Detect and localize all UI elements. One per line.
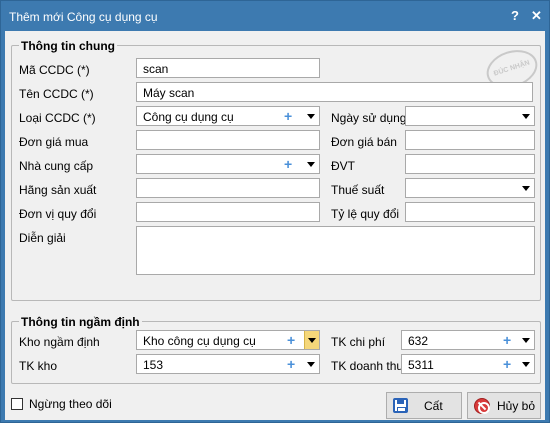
save-button-label: Cất xyxy=(424,399,443,413)
loai-ccdc-value: Công cụ dụng cụ xyxy=(143,110,234,124)
chevron-down-icon[interactable] xyxy=(522,186,530,191)
don-gia-ban-input[interactable] xyxy=(405,130,535,150)
default-info-legend: Thông tin ngầm định xyxy=(19,315,142,329)
dialog-body: Thông tin chung ĐÚC NHẬN Mã CCDC (*) sca… xyxy=(5,31,545,420)
chevron-down-icon[interactable] xyxy=(307,362,315,367)
cancel-icon xyxy=(474,398,490,414)
dien-giai-label: Diễn giải xyxy=(19,231,66,245)
dvt-input[interactable] xyxy=(405,154,535,174)
don-gia-mua-label: Đơn giá mua xyxy=(19,135,89,149)
thue-suat-combo[interactable] xyxy=(405,178,535,198)
save-button[interactable]: Cất xyxy=(386,392,462,419)
nha-cung-cap-combo[interactable]: + xyxy=(136,154,320,174)
hang-san-xuat-label: Hãng sản xuất xyxy=(19,183,97,197)
dien-giai-textarea[interactable] xyxy=(136,226,535,275)
add-icon[interactable]: + xyxy=(287,356,295,372)
don-gia-mua-input[interactable] xyxy=(136,130,320,150)
hang-san-xuat-input[interactable] xyxy=(136,178,320,198)
tk-doanh-thu-combo[interactable]: 5311 + xyxy=(401,354,535,374)
tk-chi-phi-label: TK chi phí xyxy=(331,335,386,349)
ngay-su-dung-label: Ngày sử dụng xyxy=(331,111,407,125)
close-icon[interactable]: ✕ xyxy=(531,8,542,24)
help-icon[interactable]: ? xyxy=(511,8,519,23)
loai-ccdc-combo[interactable]: Công cụ dụng cụ + xyxy=(136,106,320,126)
add-icon[interactable]: + xyxy=(503,332,511,348)
chevron-down-icon xyxy=(308,338,316,343)
chevron-down-icon[interactable] xyxy=(522,362,530,367)
don-vi-quy-doi-label: Đơn vị quy đổi xyxy=(19,207,97,221)
chevron-down-icon[interactable] xyxy=(522,338,530,343)
general-info-legend: Thông tin chung xyxy=(19,39,117,53)
window-title: Thêm mới Công cụ dụng cụ xyxy=(9,10,158,24)
don-vi-quy-doi-input[interactable] xyxy=(136,202,320,222)
stop-tracking-checkbox[interactable] xyxy=(11,398,23,410)
add-icon[interactable]: + xyxy=(503,356,511,372)
cancel-button-label: Hủy bỏ xyxy=(497,399,536,413)
ten-ccdc-input[interactable]: Máy scan xyxy=(136,82,533,102)
nha-cung-cap-label: Nhà cung cấp xyxy=(19,159,94,173)
dialog-window: Thêm mới Công cụ dụng cụ ? ✕ Thông tin c… xyxy=(0,0,550,423)
don-gia-ban-label: Đơn giá bán xyxy=(331,135,397,149)
save-icon xyxy=(393,398,408,413)
dvt-label: ĐVT xyxy=(331,159,355,173)
ty-le-quy-doi-input[interactable] xyxy=(405,202,535,222)
add-icon[interactable]: + xyxy=(284,156,292,172)
add-icon[interactable]: + xyxy=(287,332,295,348)
ngay-su-dung-combo[interactable] xyxy=(405,106,535,126)
kho-ngam-dinh-combo[interactable]: Kho công cụ dụng cụ + xyxy=(136,330,320,350)
chevron-down-icon[interactable] xyxy=(522,114,530,119)
ma-ccdc-input[interactable]: scan xyxy=(136,58,320,78)
add-icon[interactable]: + xyxy=(284,108,292,124)
chevron-down-icon[interactable] xyxy=(307,114,315,119)
dropdown-button[interactable] xyxy=(304,331,319,349)
stop-tracking-label: Ngừng theo dõi xyxy=(29,397,112,411)
kho-ngam-dinh-value: Kho công cụ dụng cụ xyxy=(143,334,256,348)
ten-ccdc-label: Tên CCDC (*) xyxy=(19,87,94,101)
tk-kho-combo[interactable]: 153 + xyxy=(136,354,320,374)
tk-doanh-thu-value: 5311 xyxy=(408,358,434,372)
tk-kho-label: TK kho xyxy=(19,359,58,373)
thue-suat-label: Thuế suất xyxy=(331,183,385,197)
tk-chi-phi-combo[interactable]: 632 + xyxy=(401,330,535,350)
stamp-text: ĐÚC NHẬN xyxy=(493,59,531,78)
title-bar: Thêm mới Công cụ dụng cụ ? ✕ xyxy=(1,1,549,31)
loai-ccdc-label: Loại CCDC (*) xyxy=(19,111,96,125)
ma-ccdc-label: Mã CCDC (*) xyxy=(19,63,90,77)
tk-doanh-thu-label: TK doanh thu xyxy=(331,359,404,373)
tk-kho-value: 153 xyxy=(143,358,164,372)
chevron-down-icon[interactable] xyxy=(307,162,315,167)
tk-chi-phi-value: 632 xyxy=(408,334,429,348)
kho-ngam-dinh-label: Kho ngầm định xyxy=(19,335,100,349)
cancel-button[interactable]: Hủy bỏ xyxy=(467,392,541,419)
ty-le-quy-doi-label: Tỷ lệ quy đổi xyxy=(331,207,400,221)
